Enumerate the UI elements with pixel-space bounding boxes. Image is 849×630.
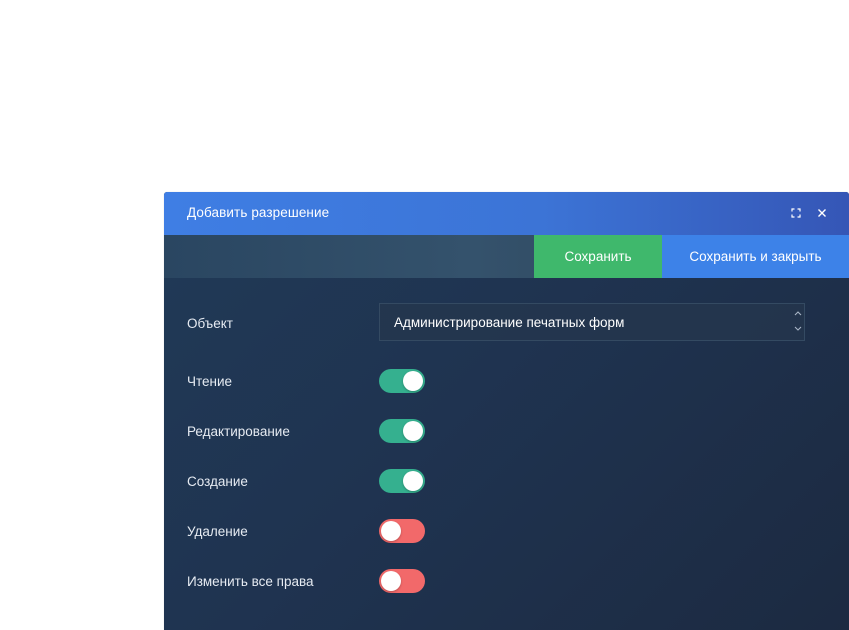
save-and-close-button[interactable]: Сохранить и закрыть xyxy=(662,235,849,278)
add-permission-dialog: Добавить разрешение Сохранить Сохранить … xyxy=(164,192,849,630)
toggle-create[interactable] xyxy=(379,469,425,493)
object-label: Объект xyxy=(187,316,233,331)
dialog-toolbar: Сохранить Сохранить и закрыть xyxy=(164,235,849,278)
save-button[interactable]: Сохранить xyxy=(534,235,662,278)
select-arrows-icon[interactable] xyxy=(792,309,804,335)
toggle-knob xyxy=(403,421,423,441)
toggle-knob xyxy=(381,521,401,541)
toggle-all-rights[interactable] xyxy=(379,569,425,593)
permission-label-edit: Редактирование xyxy=(187,424,290,439)
close-icon[interactable] xyxy=(814,205,830,221)
permission-label-all-rights: Изменить все права xyxy=(187,574,314,589)
dialog-title: Добавить разрешение xyxy=(187,205,330,220)
toggle-read[interactable] xyxy=(379,369,425,393)
permission-label-delete: Удаление xyxy=(187,524,248,539)
object-select-value: Администрирование печатных форм xyxy=(394,315,625,330)
toggle-knob xyxy=(403,371,423,391)
maximize-icon[interactable] xyxy=(788,205,804,221)
toggle-edit[interactable] xyxy=(379,419,425,443)
permission-label-read: Чтение xyxy=(187,374,233,389)
permission-label-create: Создание xyxy=(187,474,248,489)
object-select[interactable]: Администрирование печатных форм xyxy=(379,303,805,341)
toggle-delete[interactable] xyxy=(379,519,425,543)
toggle-knob xyxy=(403,471,423,491)
toggle-knob xyxy=(381,571,401,591)
dialog-titlebar: Добавить разрешение xyxy=(164,192,849,235)
